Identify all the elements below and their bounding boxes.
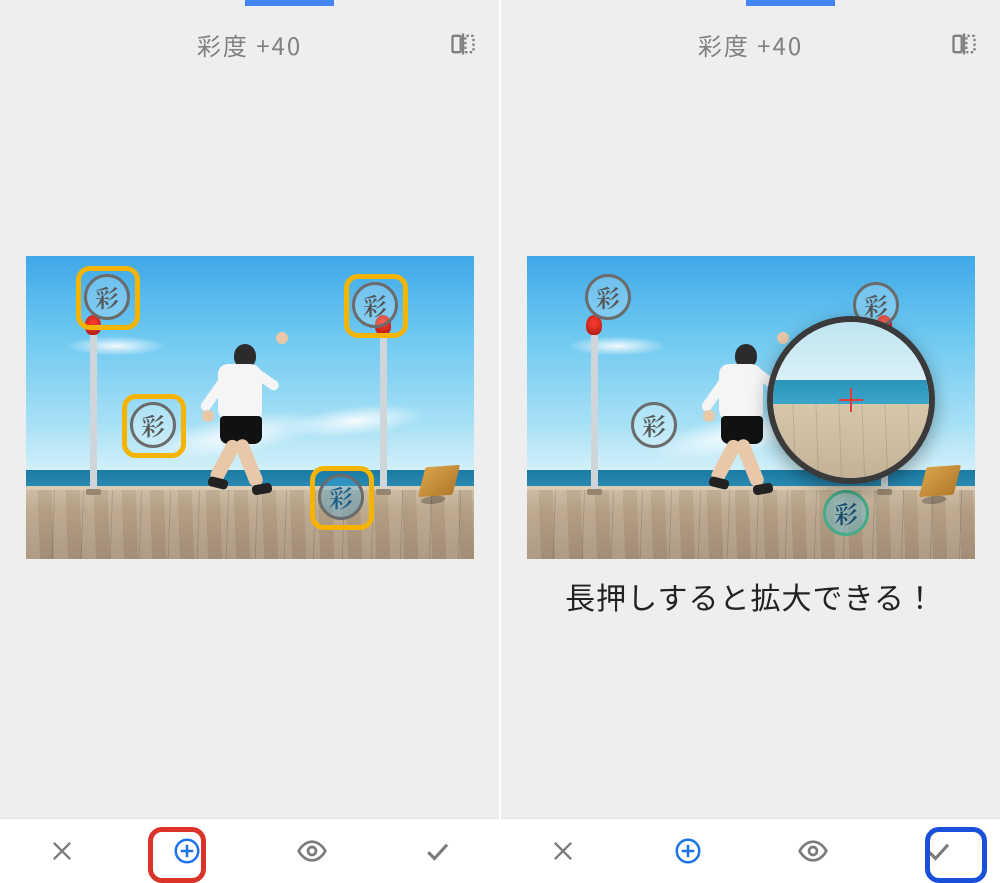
compare-icon[interactable] <box>447 28 479 60</box>
header-bar: 彩度 +40 <box>0 6 499 82</box>
photo-preview[interactable]: 彩 彩 彩 彩 <box>26 256 474 559</box>
compare-icon[interactable] <box>948 28 980 60</box>
check-icon[interactable] <box>912 829 964 873</box>
control-point-marker[interactable]: 彩 <box>585 274 631 320</box>
control-point-marker[interactable]: 彩 <box>84 274 130 320</box>
header-bar: 彩度 +40 <box>501 6 1000 82</box>
photo-preview[interactable]: 彩 彩 彩 彩 <box>527 256 975 559</box>
close-icon[interactable] <box>36 829 88 873</box>
annotation-text: 長押しすると拡大できる！ <box>501 574 1000 618</box>
eye-icon[interactable] <box>286 829 338 873</box>
check-icon[interactable] <box>411 829 463 873</box>
control-point-marker[interactable]: 彩 <box>130 402 176 448</box>
bottom-toolbar <box>0 818 499 883</box>
adjustment-label: 彩度 +40 <box>197 27 302 62</box>
control-point-marker[interactable]: 彩 <box>318 474 364 520</box>
canvas-area[interactable]: 彩 彩 彩 彩 <box>0 82 499 818</box>
control-point-marker[interactable]: 彩 <box>352 282 398 328</box>
close-icon[interactable] <box>537 829 589 873</box>
magnifier-loupe[interactable] <box>767 316 935 484</box>
control-point-marker[interactable]: 彩 <box>823 490 869 536</box>
eye-icon[interactable] <box>787 829 839 873</box>
add-circle-icon[interactable] <box>161 829 213 873</box>
crosshair-icon <box>839 388 863 412</box>
control-point-marker[interactable]: 彩 <box>631 402 677 448</box>
add-circle-icon[interactable] <box>662 829 714 873</box>
canvas-area[interactable]: 彩 彩 彩 彩 長押しすると拡大できる！ <box>501 82 1000 818</box>
editor-panel-right: 彩度 +40 <box>499 0 1000 883</box>
adjustment-label: 彩度 +40 <box>698 27 803 62</box>
bottom-toolbar <box>501 818 1000 883</box>
editor-panel-left: 彩度 +40 <box>0 0 499 883</box>
